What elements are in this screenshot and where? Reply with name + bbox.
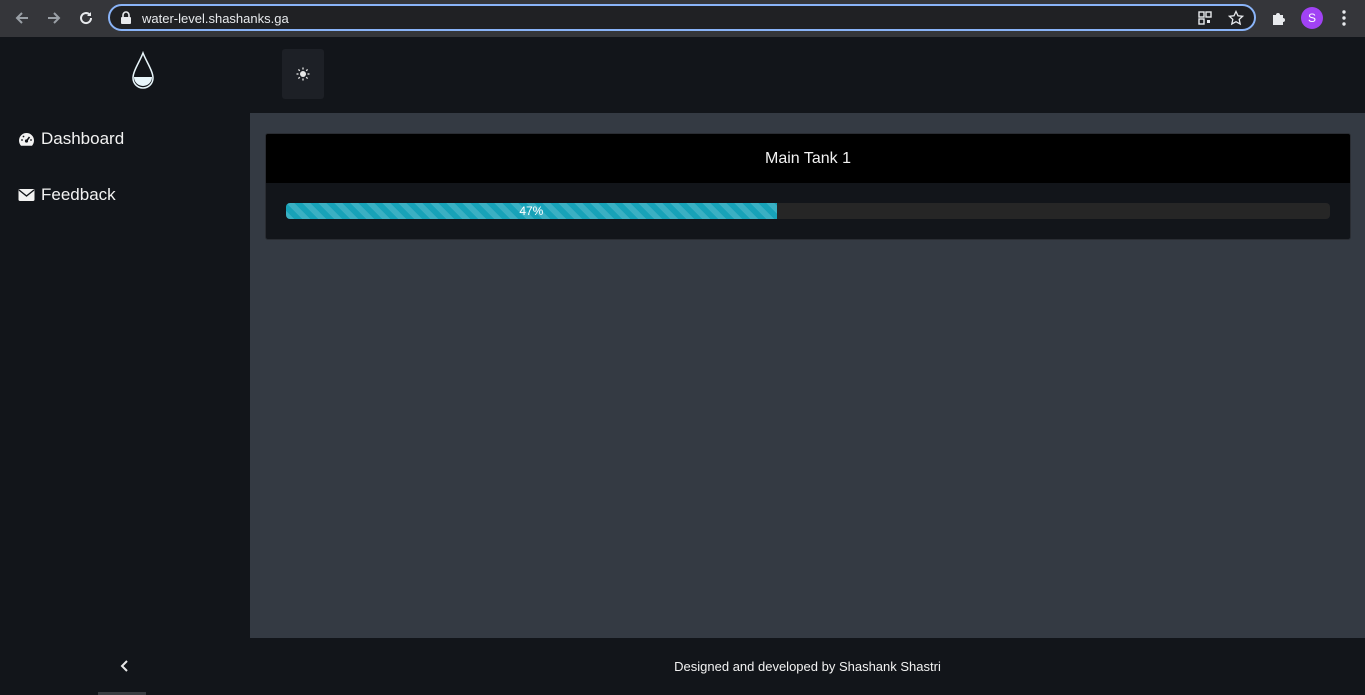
envelope-icon	[18, 189, 35, 201]
lock-icon	[121, 11, 131, 24]
chevron-left-icon[interactable]	[118, 658, 132, 674]
back-arrow-icon	[15, 12, 28, 24]
forward-arrow-icon	[48, 12, 61, 24]
sidebar-item-feedback[interactable]: Feedback	[18, 183, 116, 207]
tank-title: Main Tank 1	[266, 134, 1350, 183]
sidebar-item-dashboard[interactable]: Dashboard	[18, 127, 124, 151]
theme-toggle-button[interactable]	[282, 49, 324, 99]
browser-toolbar: water-level.shashanks.ga S	[0, 0, 1365, 37]
tank-card: Main Tank 1 47%	[265, 133, 1351, 240]
sun-icon	[296, 67, 310, 81]
sidebar: Dashboard Feedback	[0, 113, 250, 638]
sidebar-item-label: Feedback	[41, 185, 116, 204]
footer: Designed and developed by Shashank Shast…	[0, 638, 1365, 695]
address-bar[interactable]: water-level.shashanks.ga	[108, 4, 1256, 31]
sidebar-item-label: Dashboard	[41, 129, 125, 148]
tank-level-progress: 47%	[286, 203, 1330, 219]
qr-code-icon[interactable]	[1198, 11, 1212, 25]
forward-button[interactable]	[42, 6, 66, 30]
reload-icon	[80, 12, 93, 25]
tachometer-icon	[19, 132, 34, 146]
reload-button[interactable]	[74, 6, 98, 30]
tank-level-bar: 47%	[286, 203, 777, 219]
back-button[interactable]	[10, 6, 34, 30]
url-text: water-level.shashanks.ga	[142, 11, 289, 26]
puzzle-icon[interactable]	[1270, 9, 1288, 27]
water-drop-icon[interactable]	[131, 51, 155, 89]
main-content: Main Tank 1 47%	[250, 113, 1365, 638]
star-icon[interactable]	[1228, 10, 1244, 26]
app-header	[0, 37, 1365, 113]
profile-avatar[interactable]: S	[1301, 7, 1323, 29]
footer-credit: Designed and developed by Shashank Shast…	[674, 659, 941, 674]
more-vert-icon[interactable]	[1337, 9, 1351, 27]
